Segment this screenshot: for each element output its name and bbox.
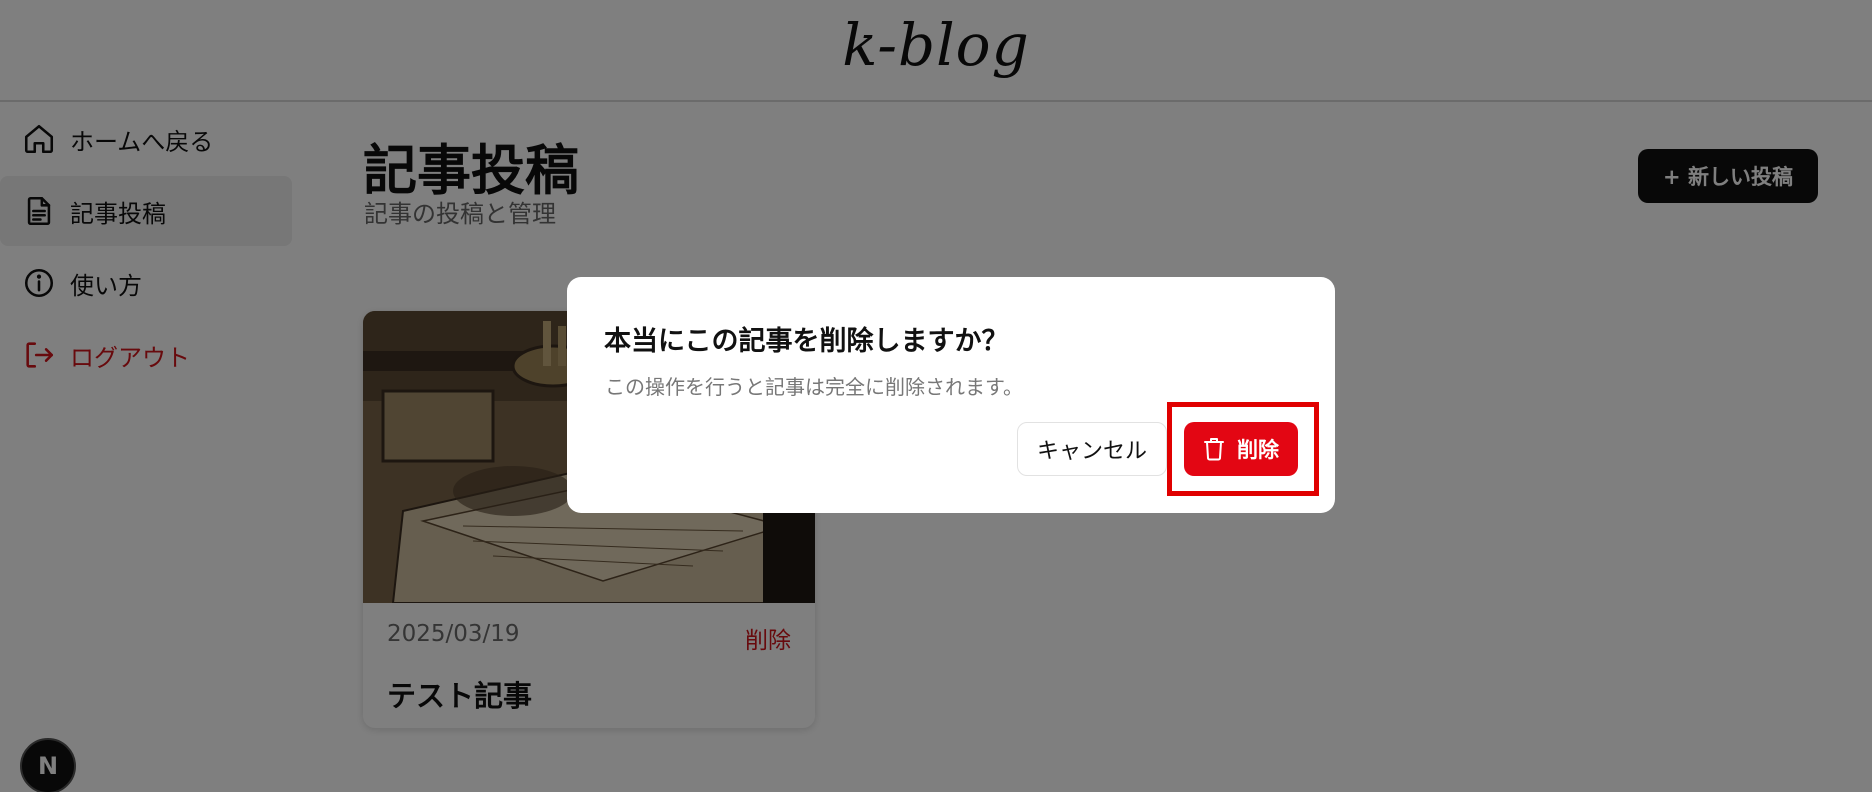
delete-confirm-dialog: 本当にこの記事を削除しますか？ この操作を行うと記事は完全に削除されます。 キャ… [567, 277, 1335, 513]
confirm-delete-label: 削除 [1237, 438, 1279, 462]
trash-icon [1203, 437, 1225, 461]
confirm-delete-button[interactable]: 削除 [1184, 422, 1298, 476]
dialog-title: 本当にこの記事を削除しますか？ [604, 326, 1009, 357]
cancel-button[interactable]: キャンセル [1017, 422, 1167, 476]
dialog-description: この操作を行うと記事は完全に削除されます。 [605, 375, 1023, 399]
